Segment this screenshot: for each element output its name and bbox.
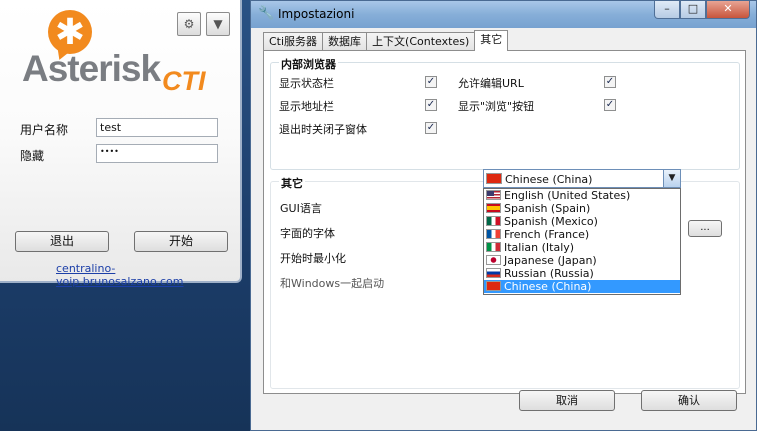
login-window: ✱ Asterisk CTI ⚙ ▼ 用户名称 test 隐藏 •••• 退出 … xyxy=(0,0,242,288)
italy-flag-icon xyxy=(486,242,501,252)
language-option[interactable]: Russian (Russia) xyxy=(484,267,680,280)
spain-flag-icon xyxy=(486,203,501,213)
minimize-button[interactable]: – xyxy=(654,1,680,19)
dropdown-button[interactable]: ▼ xyxy=(206,12,230,36)
start-button[interactable]: 开始 xyxy=(134,231,228,252)
window-client: Cti服务器 数据库 上下文(Contextes) 其它 内部浏览器 显示状态栏… xyxy=(258,28,751,426)
show-addressbar-checkbox[interactable]: ✓ xyxy=(425,99,437,111)
language-option[interactable]: French (France) xyxy=(484,228,680,241)
tab-database[interactable]: 数据库 xyxy=(322,32,368,51)
logout-button[interactable]: 退出 xyxy=(15,231,109,252)
show-statusbar-label: 显示状态栏 xyxy=(279,77,334,90)
tab-strip: Cti服务器 数据库 上下文(Contextes) 其它 xyxy=(263,30,509,51)
show-addressbar-label: 显示地址栏 xyxy=(279,100,334,113)
tab-page-other: 内部浏览器 显示状态栏 ✓ 允许编辑URL ✓ 显示地址栏 ✓ 显示"浏览"按钮… xyxy=(263,50,746,394)
browser-group: 内部浏览器 显示状态栏 ✓ 允许编辑URL ✓ 显示地址栏 ✓ 显示"浏览"按钮… xyxy=(270,56,740,170)
china-flag-icon xyxy=(486,173,502,184)
ok-button[interactable]: 确认 xyxy=(641,390,737,411)
language-dropdown-list: English (United States) Spanish (Spain) … xyxy=(483,188,681,295)
show-browse-button-label: 显示"浏览"按钮 xyxy=(458,100,535,113)
logo-word: Asterisk xyxy=(22,48,161,89)
password-label: 隐藏 xyxy=(20,149,45,163)
close-child-on-exit-label: 退出时关闭子窗体 xyxy=(279,123,367,136)
tools-icon: 🔧 xyxy=(258,6,275,21)
start-minimized-label: 开始时最小化 xyxy=(280,252,346,265)
us-flag-icon xyxy=(486,190,501,200)
start-with-windows-label: 和Windows一起启动 xyxy=(280,277,385,290)
settings-window: 🔧 Impostazioni – □ ✕ Cti服务器 数据库 上下文(Cont… xyxy=(250,0,757,431)
maximize-button[interactable]: □ xyxy=(680,1,706,19)
tab-contexts[interactable]: 上下文(Contextes) xyxy=(366,32,476,51)
allow-edit-url-label: 允许编辑URL xyxy=(458,77,524,90)
close-child-on-exit-checkbox[interactable]: ✓ xyxy=(425,122,437,134)
language-option-selected[interactable]: Chinese (China) xyxy=(484,280,680,293)
france-flag-icon xyxy=(486,229,501,239)
font-browse-button[interactable]: ... xyxy=(688,220,722,237)
gui-language-label: GUI语言 xyxy=(280,202,322,215)
title-bar[interactable]: 🔧 Impostazioni – □ ✕ xyxy=(251,1,756,28)
font-label: 字面的字体 xyxy=(280,227,335,240)
password-input[interactable]: •••• xyxy=(96,144,218,163)
allow-edit-url-checkbox[interactable]: ✓ xyxy=(604,76,616,88)
language-option[interactable]: Japanese (Japan) xyxy=(484,254,680,267)
japan-flag-icon xyxy=(486,255,501,265)
close-button[interactable]: ✕ xyxy=(706,1,750,19)
logo-suffix: CTI xyxy=(162,66,206,96)
settings-button[interactable]: ⚙ xyxy=(177,12,201,36)
show-statusbar-checkbox[interactable]: ✓ xyxy=(425,76,437,88)
language-option[interactable]: Spanish (Spain) xyxy=(484,202,680,215)
chevron-down-icon[interactable]: ▼ xyxy=(663,170,680,187)
browser-group-title: 内部浏览器 xyxy=(279,56,338,72)
tab-other[interactable]: 其它 xyxy=(474,30,509,51)
russia-flag-icon xyxy=(486,268,501,278)
username-label: 用户名称 xyxy=(20,123,69,137)
settings-icon: ⚙ xyxy=(183,17,195,31)
caption-buttons: – □ ✕ xyxy=(654,1,750,19)
username-input[interactable]: test xyxy=(96,118,218,137)
language-option[interactable]: Italian (Italy) xyxy=(484,241,680,254)
language-option[interactable]: Spanish (Mexico) xyxy=(484,215,680,228)
window-title: Impostazioni xyxy=(278,7,355,21)
language-select-value: Chinese (China) xyxy=(505,173,593,186)
china-flag-icon xyxy=(486,281,501,291)
other-group-title: 其它 xyxy=(279,175,305,191)
mexico-flag-icon xyxy=(486,216,501,226)
tab-cti-server[interactable]: Cti服务器 xyxy=(263,32,324,51)
cancel-button[interactable]: 取消 xyxy=(519,390,615,411)
website-link[interactable]: centralino-voip.brunosalzano.com xyxy=(56,262,240,288)
chevron-down-icon: ▼ xyxy=(213,17,223,31)
show-browse-button-checkbox[interactable]: ✓ xyxy=(604,99,616,111)
language-option[interactable]: English (United States) xyxy=(484,189,680,202)
language-select[interactable]: Chinese (China) ▼ xyxy=(483,169,681,188)
